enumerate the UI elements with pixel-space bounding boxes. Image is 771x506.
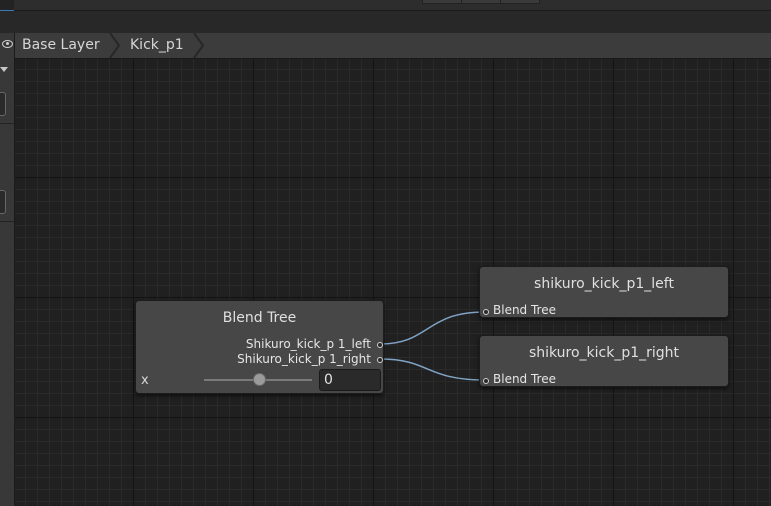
motion-node-left[interactable]: shikuro_kick_p1_left Blend Tree [479,266,729,318]
input-port-label: Blend Tree [493,303,556,317]
divider [0,221,14,222]
breadcrumb: Base Layer Kick_p1 [2,33,771,59]
side-field[interactable] [0,190,6,214]
top-toolbar [0,0,771,12]
eye-icon[interactable] [2,40,13,48]
left-side-panel [0,33,15,506]
input-port[interactable] [483,378,489,384]
breadcrumb-item-kick-p1[interactable]: Kick_p1 [130,33,184,58]
slider-handle[interactable] [252,373,266,386]
animator-window: Base Layer Kick_p1 Blend Tree Shikuro_ki… [0,0,771,506]
output-port-left[interactable] [377,342,383,348]
node-title: shikuro_kick_p1_left [534,276,674,292]
output-port-label-left: Shikuro_kick_p 1_left [245,337,371,351]
side-field[interactable] [0,92,6,116]
blend-tree-node[interactable]: Blend Tree Shikuro_kick_p 1_left Shikuro… [135,300,384,394]
input-port[interactable] [483,309,489,315]
parameter-label: x [141,373,149,388]
output-port-right[interactable] [377,357,383,363]
toolbar-button[interactable] [500,0,540,4]
toolbar-button[interactable] [422,0,462,4]
chevron-down-icon[interactable] [0,67,8,72]
chevron-right-icon [193,33,205,58]
motion-node-right[interactable]: shikuro_kick_p1_right Blend Tree [479,335,729,387]
divider [0,123,14,124]
parameter-value-field[interactable]: 0 [319,369,381,391]
breadcrumb-item-base-layer[interactable]: Base Layer [22,33,100,58]
toolbar-button[interactable] [461,0,501,4]
node-title: shikuro_kick_p1_right [528,345,680,361]
input-port-label: Blend Tree [493,372,556,386]
output-port-label-right: Shikuro_kick_p 1_right [237,352,371,366]
toolbar-spacer [0,11,771,33]
chevron-right-icon [109,33,121,58]
node-title: Blend Tree [222,310,297,326]
